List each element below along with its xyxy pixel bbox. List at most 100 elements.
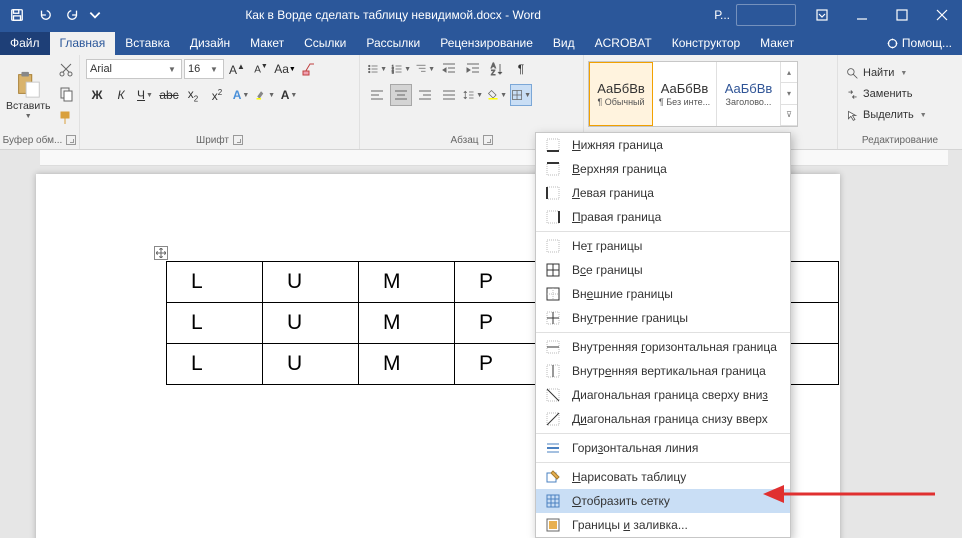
maximize-icon[interactable]	[882, 0, 922, 30]
table-move-handle-icon[interactable]	[154, 246, 168, 260]
highlight-icon[interactable]: ▼	[254, 84, 276, 106]
menu-border-outside[interactable]: Внешние границы	[536, 282, 790, 306]
text-effects-icon[interactable]: A▼	[230, 84, 252, 106]
find-button[interactable]: Найти▼	[846, 64, 927, 83]
select-button[interactable]: Выделить▼	[846, 106, 927, 125]
align-center-icon[interactable]	[390, 84, 412, 106]
bullets-icon[interactable]: ▼	[366, 58, 388, 80]
qat-more-icon[interactable]	[88, 2, 102, 28]
line-spacing-icon[interactable]: ▼	[462, 84, 484, 106]
align-left-icon[interactable]	[366, 84, 388, 106]
menu-border-top[interactable]: Верхняя граница	[536, 157, 790, 181]
show-marks-icon[interactable]: ¶	[510, 58, 532, 80]
strikethrough-icon[interactable]: abc	[158, 84, 180, 106]
menu-draw-table[interactable]: Нарисовать таблицу	[536, 465, 790, 489]
menu-border-bottom[interactable]: Нижняя граница	[536, 133, 790, 157]
group-paragraph-label: Абзац	[450, 135, 478, 146]
sort-icon[interactable]: AZ	[486, 58, 508, 80]
style-no-spacing[interactable]: АаБбВв ¶ Без инте...	[653, 62, 717, 126]
menu-border-none[interactable]: Нет границы	[536, 234, 790, 258]
menu-border-all[interactable]: Все границы	[536, 258, 790, 282]
paste-button[interactable]: Вставить ▼	[6, 58, 51, 130]
format-painter-icon[interactable]	[55, 107, 77, 129]
font-color-icon[interactable]: A▼	[278, 84, 300, 106]
tab-layout[interactable]: Макет	[240, 32, 294, 55]
ribbon-options-icon[interactable]	[802, 0, 842, 30]
menu-border-right[interactable]: Правая граница	[536, 205, 790, 229]
group-editing: Найти▼ Заменить Выделить▼ Редактирование	[838, 55, 962, 149]
ribbon: Вставить ▼ Буфер обм... Arial▼ 16▼ A▲ A▼…	[0, 55, 962, 150]
close-icon[interactable]	[922, 0, 962, 30]
menu-horizontal-line[interactable]: Горизонтальная линия	[536, 436, 790, 460]
tab-constructor[interactable]: Конструктор	[662, 32, 750, 55]
paragraph-launcher-icon[interactable]	[483, 135, 493, 145]
multilevel-list-icon[interactable]: ▼	[414, 58, 436, 80]
table-tools-tab-hint: Р...	[714, 8, 730, 22]
subscript-icon[interactable]: x2	[182, 84, 204, 106]
tab-view[interactable]: Вид	[543, 32, 585, 55]
tab-table-layout[interactable]: Макет	[750, 32, 804, 55]
menu-view-gridlines[interactable]: Отобразить сетку	[536, 489, 790, 513]
menu-borders-dialog[interactable]: Границы и заливка...	[536, 513, 790, 537]
font-size-combo[interactable]: 16▼	[184, 59, 224, 79]
quick-save-icon[interactable]	[4, 2, 30, 28]
font-launcher-icon[interactable]	[233, 135, 243, 145]
superscript-icon[interactable]: x2	[206, 84, 228, 106]
tab-references[interactable]: Ссылки	[294, 32, 356, 55]
group-clipboard: Вставить ▼ Буфер обм...	[0, 55, 80, 149]
tab-file[interactable]: Файл	[0, 32, 50, 55]
borders-button[interactable]: ▼	[510, 84, 532, 106]
style-normal[interactable]: АаБбВв ¶ Обычный	[589, 62, 653, 126]
clear-formatting-icon[interactable]	[298, 58, 320, 80]
numbering-icon[interactable]: 123▼	[390, 58, 412, 80]
styles-gallery[interactable]: АаБбВв ¶ Обычный АаБбВв ¶ Без инте... Аа…	[588, 61, 798, 127]
bold-icon[interactable]: Ж	[86, 84, 108, 106]
shrink-font-icon[interactable]: A▼	[250, 58, 272, 80]
menu-border-inside-h[interactable]: Внутренняя горизонтальная граница	[536, 335, 790, 359]
align-right-icon[interactable]	[414, 84, 436, 106]
font-name-combo[interactable]: Arial▼	[86, 59, 182, 79]
grow-font-icon[interactable]: A▲	[226, 58, 248, 80]
ribbon-tabs: Файл Главная Вставка Дизайн Макет Ссылки…	[0, 30, 962, 55]
decrease-indent-icon[interactable]	[438, 58, 460, 80]
group-font: Arial▼ 16▼ A▲ A▼ Aa▼ Ж К Ч▼ abc x2 x2 A▼…	[80, 55, 360, 149]
svg-text:Z: Z	[491, 70, 496, 77]
justify-icon[interactable]	[438, 84, 460, 106]
user-badge[interactable]	[736, 4, 796, 26]
menu-border-diag-down[interactable]: Диагональная граница сверху вниз	[536, 383, 790, 407]
shading-icon[interactable]: ▼	[486, 84, 508, 106]
menu-border-left[interactable]: Левая граница	[536, 181, 790, 205]
group-editing-label: Редактирование	[862, 135, 938, 146]
copy-icon[interactable]	[55, 83, 77, 105]
increase-indent-icon[interactable]	[462, 58, 484, 80]
redo-icon[interactable]	[60, 2, 86, 28]
menu-border-inside-v[interactable]: Внутренняя вертикальная граница	[536, 359, 790, 383]
italic-icon[interactable]: К	[110, 84, 132, 106]
tell-me[interactable]: Помощ...	[876, 32, 962, 55]
tab-review[interactable]: Рецензирование	[430, 32, 543, 55]
tab-design[interactable]: Дизайн	[180, 32, 240, 55]
clipboard-launcher-icon[interactable]	[66, 135, 76, 145]
menu-border-inside[interactable]: Внутренние границы	[536, 306, 790, 330]
minimize-icon[interactable]	[842, 0, 882, 30]
horizontal-ruler[interactable]	[40, 150, 948, 166]
window-title: Как в Ворде сделать таблицу невидимой.do…	[102, 8, 684, 22]
replace-button[interactable]: Заменить	[846, 85, 927, 104]
group-font-label: Шрифт	[196, 135, 229, 146]
title-bar: Как в Ворде сделать таблицу невидимой.do…	[0, 0, 962, 30]
underline-icon[interactable]: Ч▼	[134, 84, 156, 106]
group-clipboard-label: Буфер обм...	[3, 135, 63, 146]
annotation-arrow	[760, 480, 940, 513]
tab-acrobat[interactable]: ACROBAT	[585, 32, 662, 55]
style-heading1[interactable]: АаБбВв Заголово...	[717, 62, 781, 126]
tab-insert[interactable]: Вставка	[115, 32, 180, 55]
cut-icon[interactable]	[55, 59, 77, 81]
borders-dropdown-menu: Нижняя граница Верхняя граница Левая гра…	[535, 132, 791, 538]
undo-icon[interactable]	[32, 2, 58, 28]
svg-text:A: A	[491, 63, 496, 70]
change-case-icon[interactable]: Aa▼	[274, 58, 296, 80]
tab-home[interactable]: Главная	[50, 32, 116, 55]
styles-scroll[interactable]: ▴▾⊽	[781, 62, 797, 126]
tab-mailings[interactable]: Рассылки	[356, 32, 430, 55]
menu-border-diag-up[interactable]: Диагональная граница снизу вверх	[536, 407, 790, 431]
